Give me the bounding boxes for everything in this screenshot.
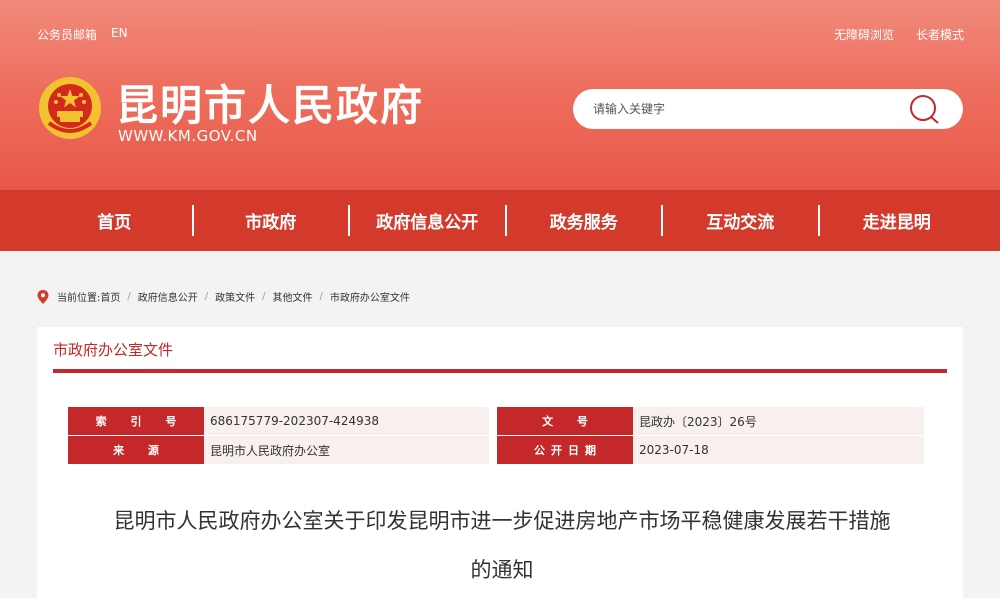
breadcrumb-prefix: 当前位置: (57, 293, 101, 304)
document-title-line-1: 昆明市人民政府办公室关于印发昆明市进一步促进房地产市场平稳健康发展若干措施 (113, 509, 891, 533)
breadcrumb-separator: / (319, 291, 323, 302)
nav-item-government-services[interactable]: 政务服务 (507, 208, 662, 233)
meta-row: 索 引 号 686175779-202307-424938 文 号 昆政办〔20… (68, 407, 924, 435)
breadcrumb-separator: / (204, 291, 209, 302)
index-number-label: 索 引 号 (68, 407, 204, 435)
document-title-line-2: 的通知 (470, 558, 534, 582)
panel-title: 市政府办公室文件 (53, 341, 174, 359)
search-input[interactable] (593, 99, 893, 119)
breadcrumb-item-policy-documents[interactable]: 政策文件 (215, 289, 255, 304)
document-title: 昆明市人民政府办公室关于印发昆明市进一步促进房地产市场平稳健康发展若干措施 的通… (57, 497, 947, 595)
content-panel: 市政府办公室文件 索 引 号 686175779-202307-424938 文… (37, 327, 963, 598)
topbar-right-links: 无障碍浏览 长者模式 (834, 26, 964, 43)
breadcrumb-item-other-documents[interactable]: 其他文件 (273, 289, 313, 304)
document-meta-table: 索 引 号 686175779-202307-424938 文 号 昆政办〔20… (68, 407, 924, 465)
english-link[interactable]: EN (111, 26, 128, 43)
topbar-left-links: 公务员邮箱 EN (37, 26, 128, 43)
search-icon[interactable] (907, 94, 941, 124)
elder-mode-link[interactable]: 长者模式 (916, 26, 964, 43)
accessibility-link[interactable]: 无障碍浏览 (834, 26, 894, 43)
main-nav: 首页 市政府 政府信息公开 政务服务 互动交流 走进昆明 (0, 190, 1000, 251)
nav-item-home[interactable]: 首页 (37, 208, 192, 233)
nav-item-interaction[interactable]: 互动交流 (663, 208, 818, 233)
source-label: 来 源 (68, 436, 204, 464)
nav-item-information-disclosure[interactable]: 政府信息公开 (350, 208, 505, 233)
publish-date-value: 2023-07-18 (633, 436, 924, 464)
nav-item-about-kunming[interactable]: 走进昆明 (820, 208, 975, 233)
document-number-value: 昆政办〔2023〕26号 (633, 407, 924, 435)
site-url: WWW.KM.GOV.CN (118, 127, 258, 145)
source-value: 昆明市人民政府办公室 (204, 436, 489, 464)
index-number-value: 686175779-202307-424938 (204, 407, 489, 435)
nav-item-city-government[interactable]: 市政府 (194, 208, 349, 233)
site-title: 昆明市人民政府 (116, 81, 425, 130)
breadcrumb-item-office-documents[interactable]: 市政府办公室文件 (330, 289, 410, 304)
site-header: 公务员邮箱 EN 无障碍浏览 长者模式 昆明市人民政府 WWW.KM.GOV.C… (0, 0, 1000, 190)
search-box (573, 89, 963, 129)
civil-servant-mail-link[interactable]: 公务员邮箱 (37, 26, 97, 43)
national-emblem-icon (39, 77, 101, 139)
breadcrumb-separator: / (262, 291, 266, 302)
location-pin-icon (37, 289, 49, 304)
document-number-label: 文 号 (497, 407, 633, 435)
breadcrumb-item-disclosure[interactable]: 政府信息公开 (138, 289, 198, 304)
meta-row: 来 源 昆明市人民政府办公室 公开日期 2023-07-18 (68, 436, 924, 464)
panel-divider (53, 369, 947, 373)
breadcrumb-separator: / (127, 291, 131, 302)
breadcrumb-item-home[interactable]: 首页 (100, 289, 120, 304)
breadcrumb: 当前位置: 首页 / 政府信息公开 / 政策文件 / 其他文件 / 市政府办公室… (37, 289, 410, 304)
publish-date-label: 公开日期 (497, 436, 633, 464)
